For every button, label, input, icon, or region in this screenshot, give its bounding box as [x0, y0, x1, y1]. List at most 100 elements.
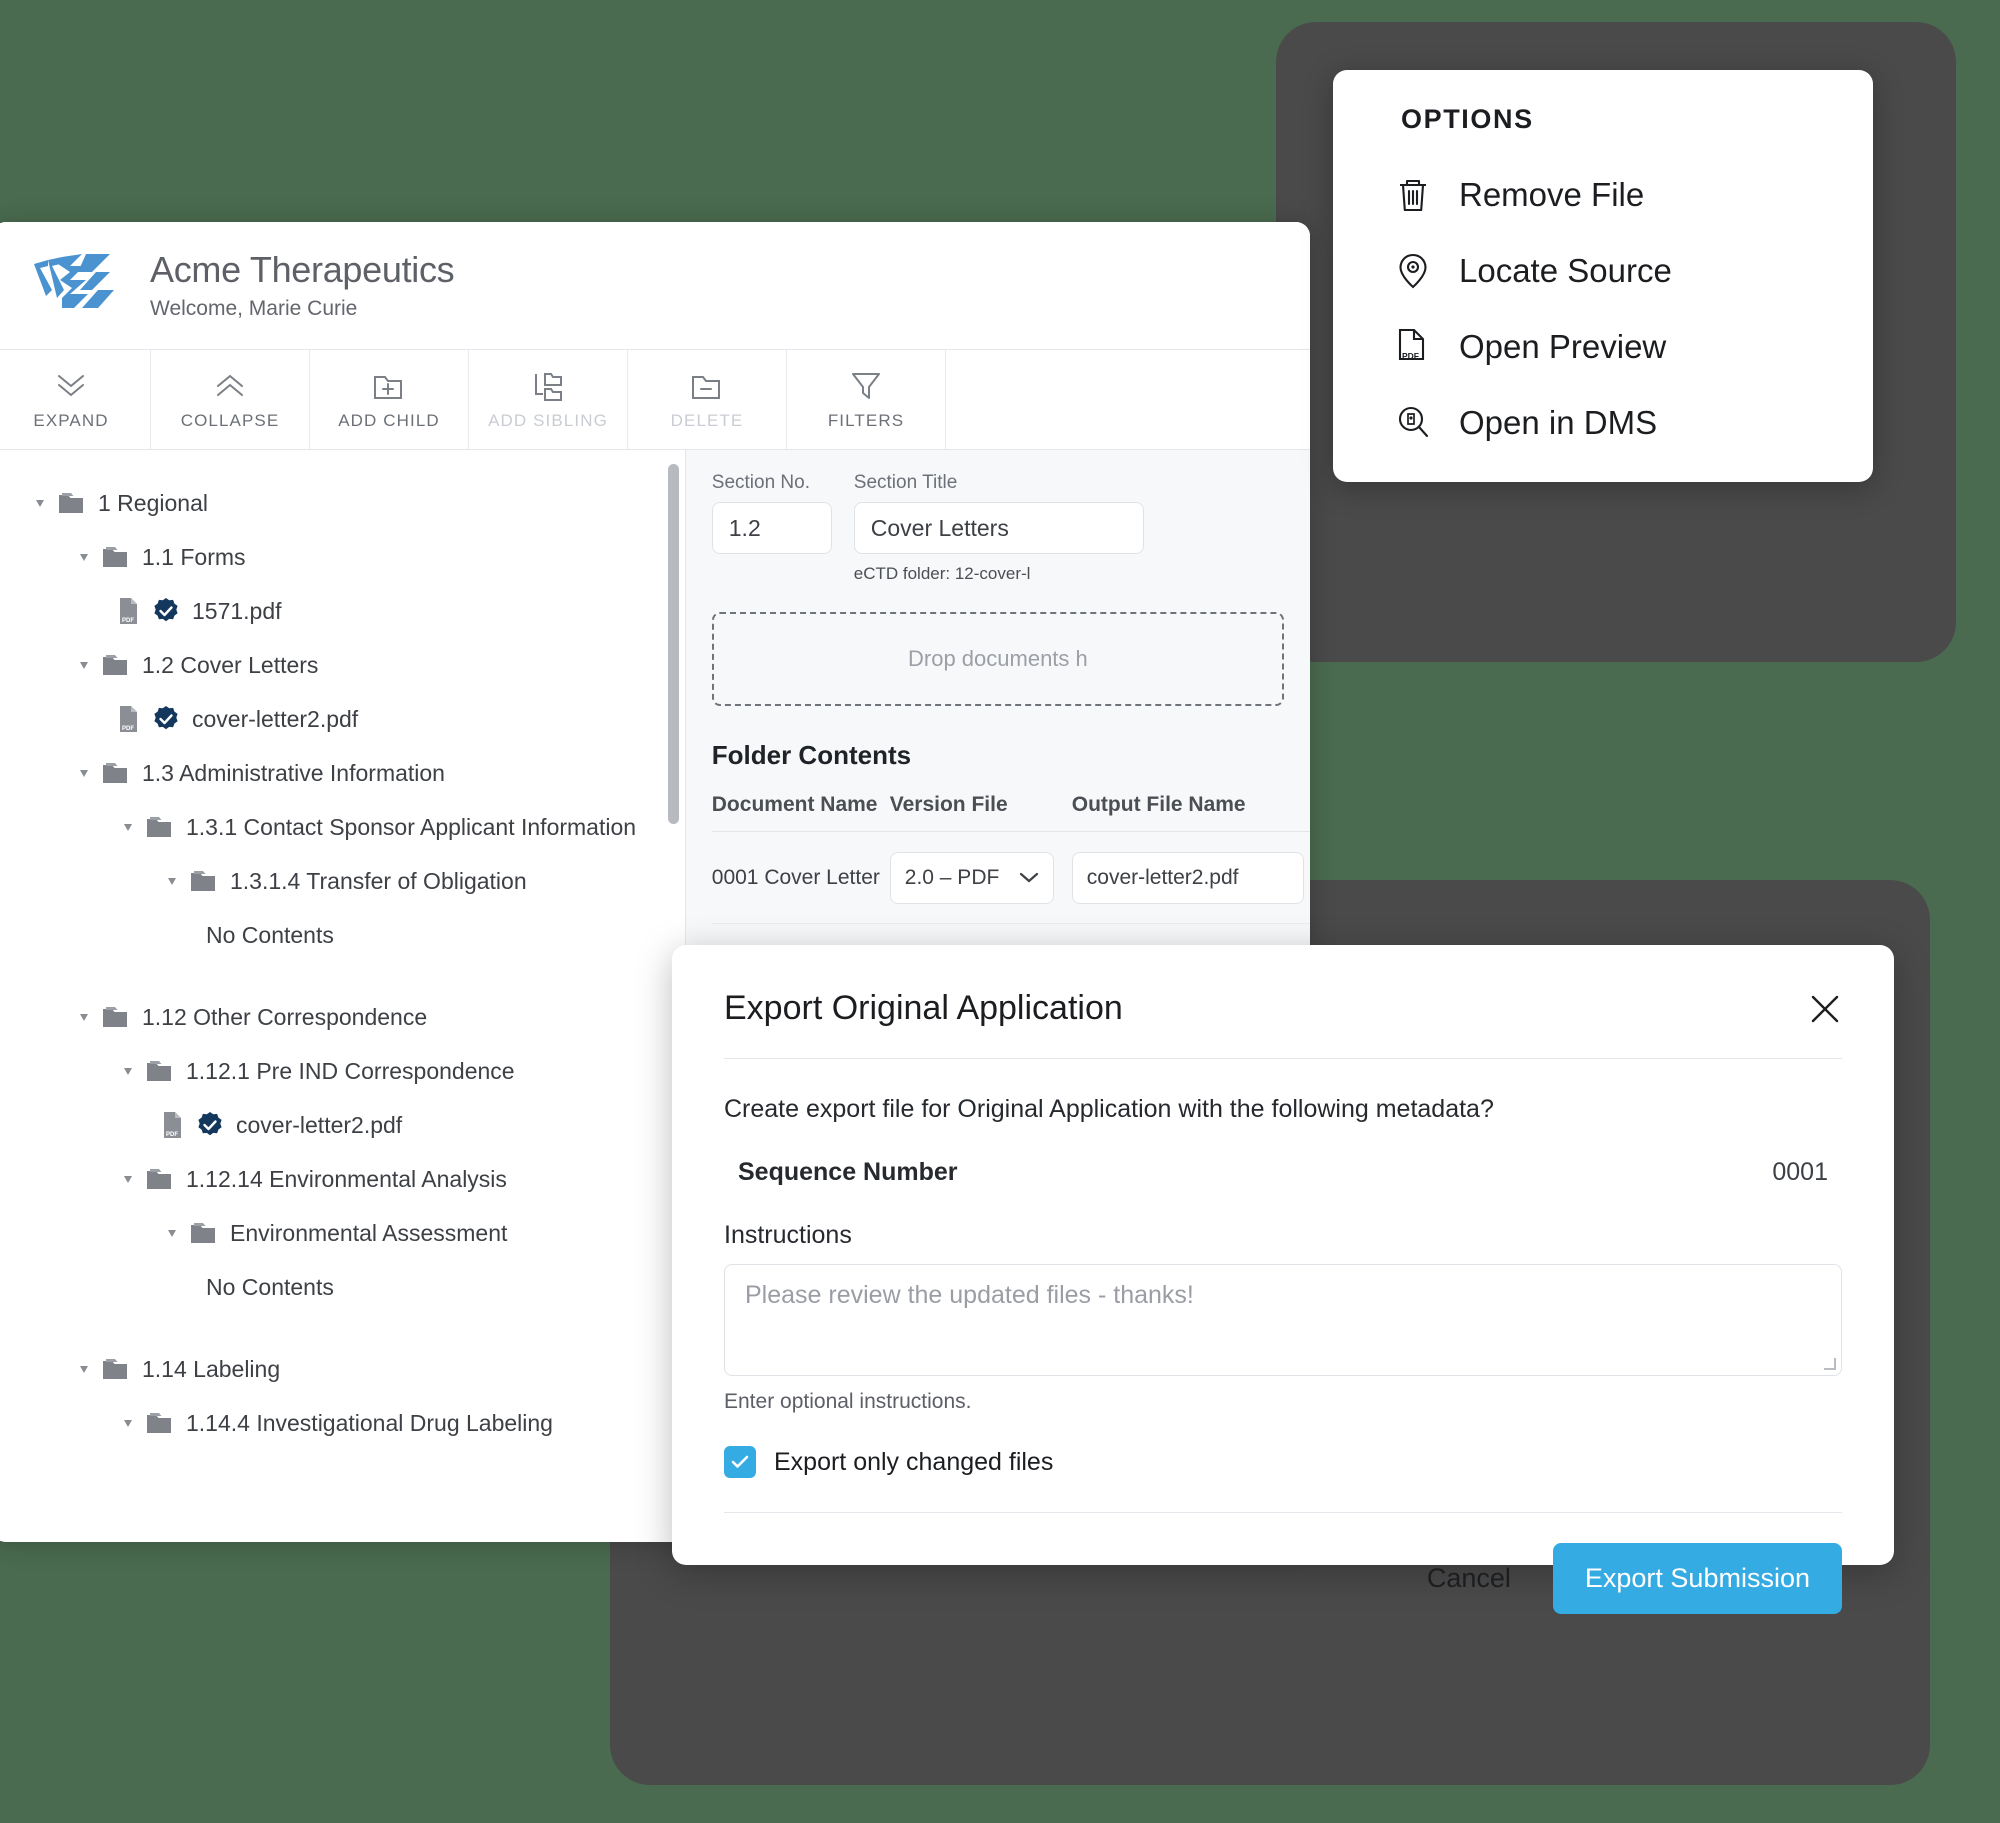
options-context-menu: OPTIONS Remove File Locate Source PDF Open … [1333, 70, 1873, 482]
caret-down-icon [124, 1176, 132, 1183]
folder-plus-icon [374, 375, 402, 399]
textarea-resize-handle[interactable] [1824, 1358, 1836, 1370]
chevron-down-icon[interactable] [74, 654, 96, 676]
folder-icon [102, 653, 130, 677]
toolbar-button-add-child[interactable]: ADD CHILD [310, 350, 469, 449]
cell-document-name: 0001 Cover Letter [711, 865, 880, 889]
search-doc-icon [1395, 404, 1443, 442]
tree-folder-item[interactable]: 1.14 Labeling [0, 1342, 685, 1396]
folder-icon [58, 491, 86, 515]
tree-folder-item[interactable]: 1.1 Forms [0, 530, 685, 584]
folder-icon [147, 1413, 171, 1433]
export-only-changed-checkbox[interactable] [724, 1446, 756, 1478]
tree-empty-label: No Contents [0, 1260, 685, 1314]
chevron-down-icon[interactable] [162, 870, 184, 892]
folder-minus-icon [692, 375, 720, 399]
options-menu-item-label: Locate Source [1459, 252, 1672, 289]
section-title-field: Section Title Cover Letters eCTD folder:… [853, 472, 1144, 584]
sequence-number-row: Sequence Number 0001 [724, 1158, 1842, 1187]
tree-folder-item[interactable]: 1.12 Other Correspondence [0, 990, 685, 1044]
cancel-button[interactable]: Cancel [1419, 1551, 1519, 1606]
tree-folder-item[interactable]: 1.12.14 Environmental Analysis [0, 1152, 685, 1206]
tree-folder-item[interactable]: 1.14.4 Investigational Drug Labeling [0, 1396, 685, 1450]
options-menu-item-remove-file[interactable]: Remove File [1333, 157, 1873, 233]
tree-folder-item[interactable]: 1.3.1 Contact Sponsor Applicant Informat… [0, 800, 685, 854]
caret-down-icon [36, 500, 44, 507]
chevron-down-icon[interactable] [74, 546, 96, 568]
chevron-down-icon [1019, 872, 1038, 882]
double-chevron-down-icon [56, 369, 86, 403]
chevron-down-icon[interactable] [162, 1222, 184, 1244]
tree-file-item[interactable]: PDF cover-letter2.pdf [0, 1098, 685, 1152]
welcome-message: Welcome, Marie Curie [150, 296, 358, 320]
export-dialog-footer: Cancel Export Submission [724, 1512, 1842, 1614]
tree-folder-item[interactable]: 1.3 Administrative Information [0, 746, 685, 800]
tree-item-label: Environmental Assessment [230, 1219, 508, 1246]
chevron-down-icon[interactable] [74, 762, 96, 784]
version-file-select[interactable]: 2.0 – PDF [889, 851, 1054, 904]
caret-down-icon [124, 824, 132, 831]
tree-item-label: cover-letter2.pdf [236, 1111, 403, 1138]
section-no-field: Section No. 1.2 [711, 472, 832, 584]
tree-file-item[interactable]: PDF cover-letter2.pdf [0, 692, 685, 746]
folder-icon [102, 1357, 130, 1381]
dropzone-label: Drop documents h [908, 646, 1088, 671]
document-dropzone[interactable]: Drop documents h [711, 612, 1284, 706]
caret-down-icon [80, 662, 88, 669]
toolbar-button-filters[interactable]: FILTERS [787, 350, 946, 449]
folder-icon [103, 547, 127, 567]
tree-scrollbar[interactable] [667, 464, 679, 824]
output-file-name-input[interactable]: cover-letter2.pdf [1071, 851, 1304, 904]
pdf-file-sm-icon: PDF [120, 598, 137, 624]
toolbar-button-delete: DELETE [628, 350, 787, 449]
column-header-document-name: Document Name [711, 793, 878, 816]
chevron-down-icon[interactable] [74, 1006, 96, 1028]
folder-icon [147, 1169, 171, 1189]
section-title-input[interactable]: Cover Letters [853, 502, 1144, 554]
document-tree-pane: 1 Regional 1.1 Forms PDF 1571.pdf 1.2 Cover … [0, 450, 686, 1542]
chevron-down-icon[interactable] [118, 816, 140, 838]
chevron-down-icon[interactable] [74, 1358, 96, 1380]
pdf-file-icon: PDF [118, 705, 140, 733]
caret-down-icon [80, 554, 88, 561]
options-menu-item-label: Open in DMS [1459, 404, 1658, 441]
section-no-label: Section No. [711, 472, 810, 493]
instructions-textarea[interactable]: Please review the updated files - thanks… [724, 1264, 1842, 1376]
tree-item-label: cover-letter2.pdf [192, 705, 359, 732]
column-header-version-file: Version File [889, 793, 1008, 816]
folder-icon [146, 1167, 174, 1191]
tree-item-label: 1.3.1.4 Transfer of Obligation [230, 867, 527, 894]
tree-folder-item[interactable]: 1.12.1 Pre IND Correspondence [0, 1044, 685, 1098]
caret-down-icon [80, 1014, 88, 1021]
folder-sibling-icon [535, 372, 562, 401]
toolbar-button-label: COLLAPSE [180, 410, 280, 430]
options-menu-item-locate-source[interactable]: Locate Source [1333, 233, 1873, 309]
folder-icon [146, 1059, 174, 1083]
chevron-down-icon[interactable] [118, 1060, 140, 1082]
folder-icon [103, 655, 127, 675]
svg-text:PDF: PDF [1402, 351, 1419, 361]
toolbar-button-collapse[interactable]: COLLAPSE [151, 350, 310, 449]
svg-text:PDF: PDF [122, 618, 134, 624]
folder-icon [102, 761, 130, 785]
toolbar-button-label: FILTERS [827, 410, 905, 430]
pdf-file-icon: PDF [118, 597, 140, 625]
tree-item-label: 1.3.1 Contact Sponsor Applicant Informat… [186, 813, 637, 840]
tree-folder-item[interactable]: 1.3.1.4 Transfer of Obligation [0, 854, 685, 908]
caret-down-icon [168, 1230, 176, 1237]
tree-folder-item[interactable]: Environmental Assessment [0, 1206, 685, 1260]
export-submission-button[interactable]: Export Submission [1552, 1543, 1842, 1614]
chevron-down-icon[interactable] [118, 1412, 140, 1434]
instructions-label: Instructions [724, 1221, 852, 1249]
tree-file-item[interactable]: PDF 1571.pdf [0, 584, 685, 638]
options-menu-item-open-preview[interactable]: PDF Open Preview [1333, 309, 1873, 385]
close-icon[interactable] [1808, 992, 1842, 1026]
chevron-down-icon[interactable] [30, 492, 52, 514]
tree-folder-item[interactable]: 1 Regional [0, 476, 685, 530]
section-no-input[interactable]: 1.2 [711, 502, 832, 554]
options-menu-item-open-in-dms[interactable]: Open in DMS [1333, 385, 1873, 461]
chevron-down-icon[interactable] [118, 1168, 140, 1190]
toolbar-button-expand[interactable]: EXPAND [0, 350, 151, 449]
tree-folder-item[interactable]: 1.2 Cover Letters [0, 638, 685, 692]
tree-item-label: 1571.pdf [192, 597, 282, 624]
